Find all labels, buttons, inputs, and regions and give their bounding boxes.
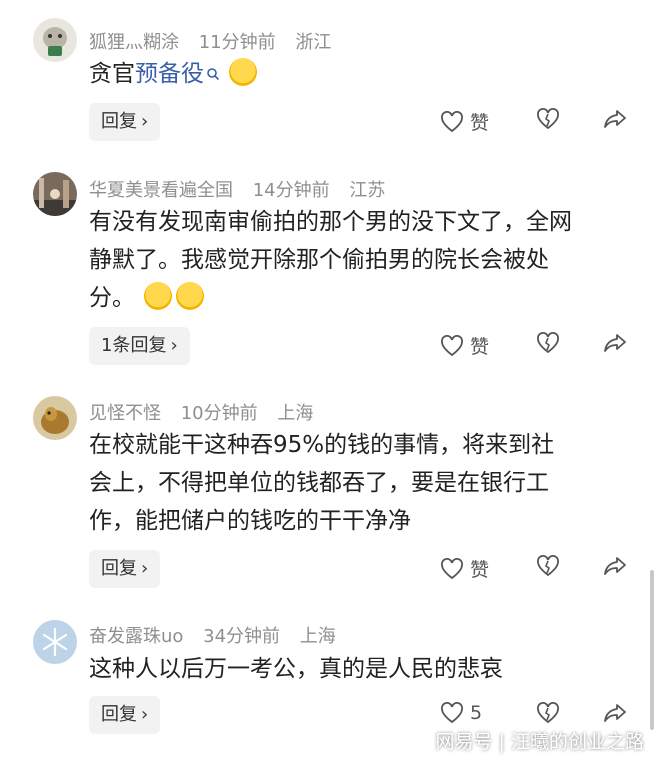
avatar[interactable] xyxy=(33,18,77,62)
like-button[interactable]: 赞 xyxy=(440,555,489,582)
chevron-right-icon: › xyxy=(141,111,149,132)
heart-icon xyxy=(441,334,463,356)
broken-heart-icon xyxy=(537,108,559,130)
comment-meta: 见怪不怪 10分钟前 上海 xyxy=(89,399,327,425)
broken-heart-icon xyxy=(537,702,559,724)
heart-icon xyxy=(441,110,463,132)
username[interactable]: 见怪不怪 xyxy=(89,403,161,424)
share-icon xyxy=(604,704,626,722)
hug-emoji-icon xyxy=(229,58,258,86)
comment-time: 10分钟前 xyxy=(180,403,258,424)
broken-heart-icon xyxy=(537,555,559,577)
comment-location: 浙江 xyxy=(295,32,332,53)
search-icon xyxy=(206,55,220,93)
dislike-button[interactable] xyxy=(536,332,560,354)
broken-heart-icon xyxy=(537,332,559,354)
comment-meta: 狐狸灬糊涂 11分钟前 浙江 xyxy=(89,28,345,54)
scrollbar[interactable] xyxy=(650,570,654,730)
username[interactable]: 奋发露珠uo xyxy=(89,626,183,647)
laugh-cry-emoji-icon xyxy=(144,282,173,310)
heart-icon xyxy=(441,702,463,724)
comment-text: 有没有发现南审偷拍的那个男的没下文了，全网 静默了。我感觉开除那个偷拍男的院长会… xyxy=(89,209,572,311)
heart-icon xyxy=(441,557,463,579)
like-button[interactable]: 赞 xyxy=(440,332,489,359)
share-icon xyxy=(604,557,626,575)
comment-actions: 赞 xyxy=(440,555,640,585)
like-button[interactable]: 赞 xyxy=(440,108,489,135)
share-button[interactable] xyxy=(603,702,627,724)
avatar[interactable] xyxy=(33,172,77,216)
chevron-right-icon: › xyxy=(141,704,149,725)
reply-button[interactable]: 回复 › xyxy=(89,696,161,734)
reply-button[interactable]: 1条回复 › xyxy=(89,327,190,365)
dislike-button[interactable] xyxy=(536,108,560,130)
comment-meta: 奋发露珠uo 34分钟前 上海 xyxy=(89,622,350,648)
share-button[interactable] xyxy=(603,555,627,577)
share-button[interactable] xyxy=(603,332,627,354)
username[interactable]: 狐狸灬糊涂 xyxy=(89,32,179,53)
share-button[interactable] xyxy=(603,108,627,130)
like-button[interactable]: 5 xyxy=(440,702,482,724)
username[interactable]: 华夏美景看遍全国 xyxy=(89,180,233,201)
comment-location: 上海 xyxy=(299,626,336,647)
comment-text: 在校就能干这种吞95%的钱的事情，将来到社 会上，不得把单位的钱都吞了，要是在银… xyxy=(89,432,555,534)
chevron-right-icon: › xyxy=(141,558,149,579)
reply-button[interactable]: 回复 › xyxy=(89,103,161,141)
comment-actions: 赞 xyxy=(440,108,640,138)
watermark: 网易号 | 汪曦的创业之路 xyxy=(435,731,644,753)
comment-text: 贪官预备役 xyxy=(89,55,629,93)
comment-actions: 赞 xyxy=(440,332,640,362)
comment-meta: 华夏美景看遍全国 14分钟前 江苏 xyxy=(89,176,399,202)
search-link[interactable]: 预备役 xyxy=(135,61,204,87)
comment-time: 11分钟前 xyxy=(198,32,276,53)
comment-time: 34分钟前 xyxy=(203,626,281,647)
laugh-cry-emoji-icon xyxy=(176,282,205,310)
comment-text: 这种人以后万一考公，真的是人民的悲哀 xyxy=(89,656,503,682)
avatar[interactable] xyxy=(33,396,77,440)
avatar[interactable] xyxy=(33,620,77,664)
reply-button[interactable]: 回复 › xyxy=(89,550,161,588)
share-icon xyxy=(604,110,626,128)
comment-time: 14分钟前 xyxy=(252,180,330,201)
comment-location: 江苏 xyxy=(349,180,386,201)
comment-list: 狐狸灬糊涂 11分钟前 浙江 贪官预备役 回复 › 赞 华夏美景看遍全国 14分… xyxy=(0,0,658,764)
chevron-right-icon: › xyxy=(170,335,178,356)
dislike-button[interactable] xyxy=(536,702,560,724)
dislike-button[interactable] xyxy=(536,555,560,577)
comment-location: 上海 xyxy=(277,403,314,424)
like-count: 5 xyxy=(470,702,483,724)
share-icon xyxy=(604,334,626,352)
